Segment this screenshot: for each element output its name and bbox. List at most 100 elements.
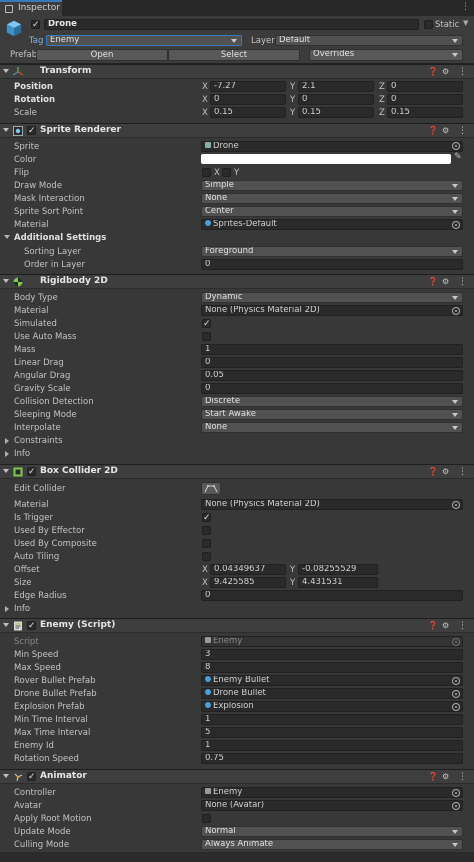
size-y-field[interactable]: 4.431531 xyxy=(298,577,378,588)
scrollbar-track[interactable] xyxy=(0,852,474,862)
mask-interaction-dropdown[interactable]: None xyxy=(201,193,463,204)
scale-x-field[interactable]: 0.15 xyxy=(210,107,286,118)
size-x-field[interactable]: 9.425585 xyxy=(210,577,286,588)
foldout-arrow-icon[interactable] xyxy=(3,128,9,132)
preset-icon[interactable]: ⚙ xyxy=(442,773,450,781)
scale-y-field[interactable]: 0.15 xyxy=(298,107,374,118)
animator-header[interactable]: ✓ Animator ❓ ⚙ ⋮ xyxy=(0,769,474,784)
rigidbody-2d-header[interactable]: Rigidbody 2D ❓ ⚙ ⋮ xyxy=(0,274,474,289)
help-icon[interactable]: ❓ xyxy=(428,127,438,135)
rb-material-field[interactable]: None (Physics Material 2D) xyxy=(201,305,463,316)
rotation-y-field[interactable]: 0 xyxy=(298,94,374,105)
rb-info-label[interactable]: Info xyxy=(14,449,30,459)
simulated-checkbox[interactable]: ✓ xyxy=(202,319,211,329)
order-in-layer-field[interactable]: 0 xyxy=(201,259,463,270)
interpolate-dropdown[interactable]: None xyxy=(201,422,463,433)
position-z-field[interactable]: 0 xyxy=(387,81,463,92)
layer-dropdown[interactable]: Default xyxy=(275,35,463,46)
enemy-script-header[interactable]: ✓ Enemy (Script) ❓ ⚙ ⋮ xyxy=(0,618,474,633)
foldout-arrow-icon[interactable] xyxy=(3,774,9,778)
bc-info-label[interactable]: Info xyxy=(14,604,30,614)
tag-dropdown[interactable]: Enemy xyxy=(46,35,242,46)
static-checkbox[interactable] xyxy=(424,20,433,29)
angular-drag-field[interactable]: 0.05 xyxy=(201,370,463,381)
offset-y-field[interactable]: -0.08255529 xyxy=(298,564,378,575)
sprite-field[interactable]: Drone xyxy=(201,141,463,152)
rotation-z-field[interactable]: 0 xyxy=(387,94,463,105)
transform-header[interactable]: Transform ❓ ⚙ ⋮ xyxy=(0,64,474,79)
offset-x-field[interactable]: 0.04349637 xyxy=(210,564,286,575)
edit-collider-button[interactable] xyxy=(201,482,221,495)
explosion-prefab-field[interactable]: Explosion xyxy=(201,701,463,712)
max-speed-field[interactable]: 8 xyxy=(201,662,463,673)
min-time-interval-field[interactable]: 1 xyxy=(201,714,463,725)
color-swatch[interactable] xyxy=(201,154,451,164)
object-picker-icon[interactable] xyxy=(452,307,460,315)
avatar-field[interactable]: None (Avatar) xyxy=(201,800,463,811)
preset-icon[interactable]: ⚙ xyxy=(442,278,450,286)
constraints-label[interactable]: Constraints xyxy=(14,436,63,446)
object-picker-icon[interactable] xyxy=(452,501,460,509)
prefab-select-button[interactable]: Select xyxy=(168,49,300,61)
tab-inspector[interactable]: Inspector xyxy=(0,0,62,16)
foldout-arrow-icon[interactable] xyxy=(3,279,9,283)
scale-z-field[interactable]: 0.15 xyxy=(387,107,463,118)
object-picker-icon[interactable] xyxy=(452,802,460,810)
help-icon[interactable]: ❓ xyxy=(428,468,438,476)
auto-tiling-checkbox[interactable] xyxy=(202,552,211,561)
sleeping-mode-dropdown[interactable]: Start Awake xyxy=(201,409,463,420)
preset-icon[interactable]: ⚙ xyxy=(442,468,450,476)
active-checkbox[interactable]: ✓ xyxy=(31,20,40,30)
context-menu-icon[interactable]: ⋮ xyxy=(458,278,467,287)
object-name-field[interactable]: Drone xyxy=(44,19,419,30)
info-foldout-icon[interactable] xyxy=(5,451,9,457)
culling-mode-dropdown[interactable]: Always Animate xyxy=(201,839,463,850)
draw-mode-dropdown[interactable]: Simple xyxy=(201,180,463,191)
prefab-open-button[interactable]: Open xyxy=(36,49,168,61)
prefab-overrides-dropdown[interactable]: Overrides xyxy=(309,49,463,61)
additional-settings-foldout-icon[interactable] xyxy=(4,235,10,239)
help-icon[interactable]: ❓ xyxy=(428,278,438,286)
rotation-speed-field[interactable]: 0.75 xyxy=(201,753,463,764)
use-auto-mass-checkbox[interactable] xyxy=(202,332,211,341)
foldout-arrow-icon[interactable] xyxy=(3,469,9,473)
info-foldout-icon[interactable] xyxy=(5,606,9,612)
box-collider-2d-header[interactable]: ✓ Box Collider 2D ❓ ⚙ ⋮ xyxy=(0,464,474,479)
preset-icon[interactable]: ⚙ xyxy=(442,127,450,135)
material-field[interactable]: Sprites-Default xyxy=(201,219,463,230)
drone-bullet-prefab-field[interactable]: Drone Bullet xyxy=(201,688,463,699)
help-icon[interactable]: ❓ xyxy=(428,68,438,76)
static-dropdown-icon[interactable]: ▼ xyxy=(463,19,468,27)
rotation-x-field[interactable]: 0 xyxy=(210,94,286,105)
object-picker-icon[interactable] xyxy=(452,142,460,150)
preset-icon[interactable]: ⚙ xyxy=(442,622,450,630)
object-picker-icon[interactable] xyxy=(452,677,460,685)
bc-material-field[interactable]: None (Physics Material 2D) xyxy=(201,499,463,510)
box-collider-enabled-checkbox[interactable]: ✓ xyxy=(27,467,36,477)
rover-bullet-prefab-field[interactable]: Enemy Bullet xyxy=(201,675,463,686)
sorting-layer-dropdown[interactable]: Foreground xyxy=(201,246,463,257)
body-type-dropdown[interactable]: Dynamic xyxy=(201,292,463,303)
context-menu-icon[interactable]: ⋮ xyxy=(458,622,467,631)
apply-root-motion-checkbox[interactable] xyxy=(202,814,211,823)
min-speed-field[interactable]: 3 xyxy=(201,649,463,660)
context-menu-icon[interactable]: ⋮ xyxy=(458,773,467,782)
animator-enabled-checkbox[interactable]: ✓ xyxy=(27,772,36,782)
constraints-foldout-icon[interactable] xyxy=(5,438,9,444)
edge-radius-field[interactable]: 0 xyxy=(201,590,463,601)
used-by-composite-checkbox[interactable] xyxy=(202,539,211,548)
position-y-field[interactable]: 2.1 xyxy=(298,81,374,92)
mass-field[interactable]: 1 xyxy=(201,344,463,355)
foldout-arrow-icon[interactable] xyxy=(3,69,9,73)
update-mode-dropdown[interactable]: Normal xyxy=(201,826,463,837)
eyedropper-icon[interactable]: ✎ xyxy=(454,152,462,162)
object-picker-icon[interactable] xyxy=(452,221,460,229)
gravity-scale-field[interactable]: 0 xyxy=(201,383,463,394)
enemy-id-field[interactable]: 1 xyxy=(201,740,463,751)
help-icon[interactable]: ❓ xyxy=(428,773,438,781)
collision-detection-dropdown[interactable]: Discrete xyxy=(201,396,463,407)
used-by-effector-checkbox[interactable] xyxy=(202,526,211,535)
context-menu-icon[interactable]: ⋮ xyxy=(458,68,467,77)
help-icon[interactable]: ❓ xyxy=(428,622,438,630)
sprite-sort-point-dropdown[interactable]: Center xyxy=(201,206,463,217)
